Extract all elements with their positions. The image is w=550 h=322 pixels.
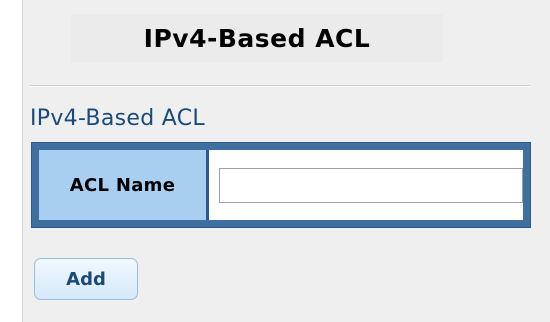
content-panel: IPv4-Based ACL IPv4-Based ACL ACL Name A… — [22, 0, 550, 322]
acl-name-row: ACL Name — [39, 150, 523, 220]
title-divider — [30, 85, 530, 87]
acl-form-table: ACL Name — [31, 142, 531, 228]
acl-name-value-cell — [209, 150, 523, 220]
page-title: IPv4-Based ACL — [143, 23, 371, 53]
acl-name-label: ACL Name — [69, 174, 176, 196]
page-title-box: IPv4-Based ACL — [71, 14, 443, 62]
add-button[interactable]: Add — [34, 258, 138, 300]
section-title: IPv4-Based ACL — [30, 106, 205, 131]
acl-name-input[interactable] — [219, 167, 523, 203]
acl-name-label-cell: ACL Name — [39, 150, 209, 220]
